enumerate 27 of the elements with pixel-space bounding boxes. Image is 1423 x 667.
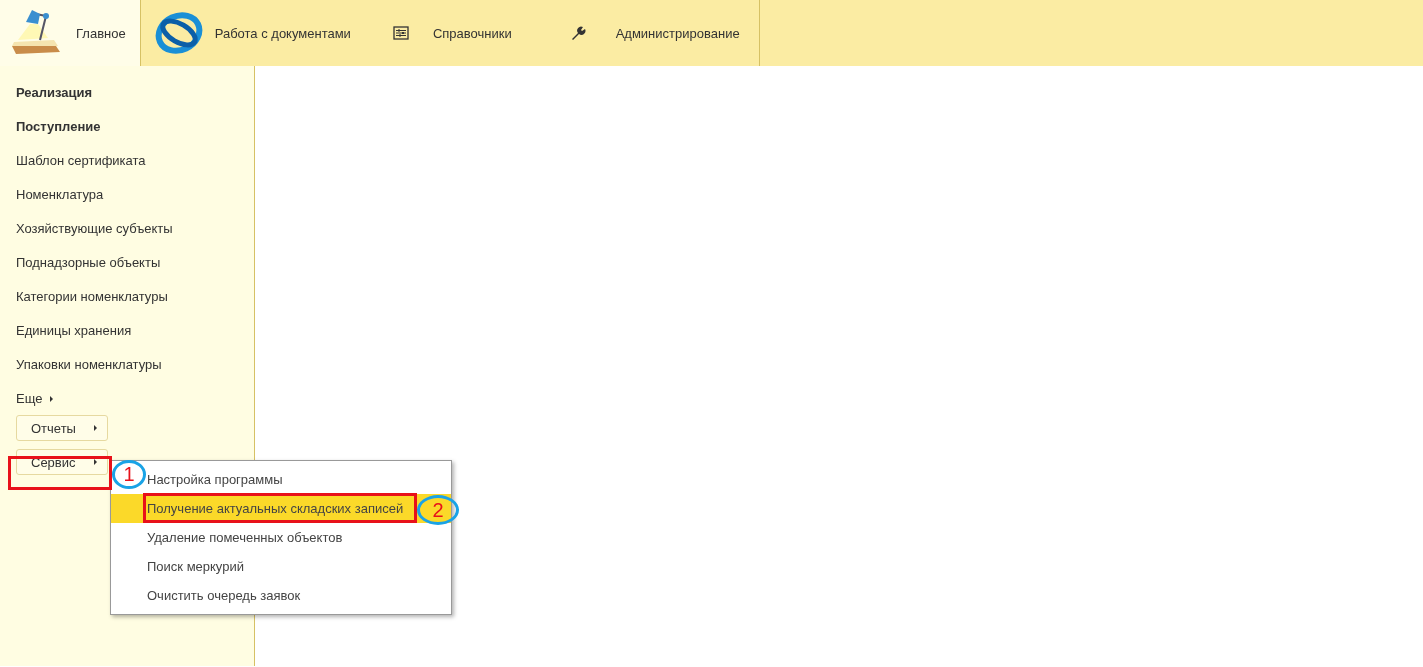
step-marker: 2 (417, 495, 459, 525)
sidebar-link[interactable]: Категории номенклатуры (16, 287, 254, 321)
section-tab[interactable]: Справочники (374, 0, 556, 66)
caret-icon (50, 396, 54, 402)
sidebar-link[interactable]: Поступление (16, 117, 254, 151)
sidebar-link[interactable]: Поднадзорные объекты (16, 253, 254, 287)
submenu-button[interactable]: Сервис (16, 449, 108, 475)
submenu-button[interactable]: Отчеты (16, 415, 108, 441)
sidebar-link[interactable]: Хозяйствующие субъекты (16, 219, 254, 253)
section-tab[interactable]: Работа с документами (140, 0, 375, 66)
sliders-icon (392, 26, 409, 40)
sidebar-link[interactable]: Единицы хранения (16, 321, 254, 355)
menu-item[interactable]: Получение актуальных складских записей (147, 500, 404, 517)
step-marker: 1 (112, 460, 146, 489)
sidebar-link[interactable]: Шаблон сертификата (16, 151, 254, 185)
caret-icon (94, 459, 97, 465)
caret-icon (94, 425, 97, 431)
section-tab[interactable]: Главное (0, 0, 141, 66)
menu-item[interactable]: Настройка программы (147, 471, 283, 488)
menu-item[interactable]: Очистить очередь заявок (147, 587, 301, 604)
sidebar-link[interactable]: Номенклатура (16, 185, 254, 219)
sidebar-link[interactable]: Упаковки номенклатуры (16, 355, 254, 389)
section-tab[interactable]: Администрирование (555, 0, 764, 66)
swirl-logo-icon (154, 12, 203, 54)
menu-item[interactable]: Поиск меркурий (147, 558, 244, 575)
sidebar-link[interactable]: Реализация (16, 83, 254, 117)
menu-item[interactable]: Удаление помеченных объектов (147, 529, 343, 546)
